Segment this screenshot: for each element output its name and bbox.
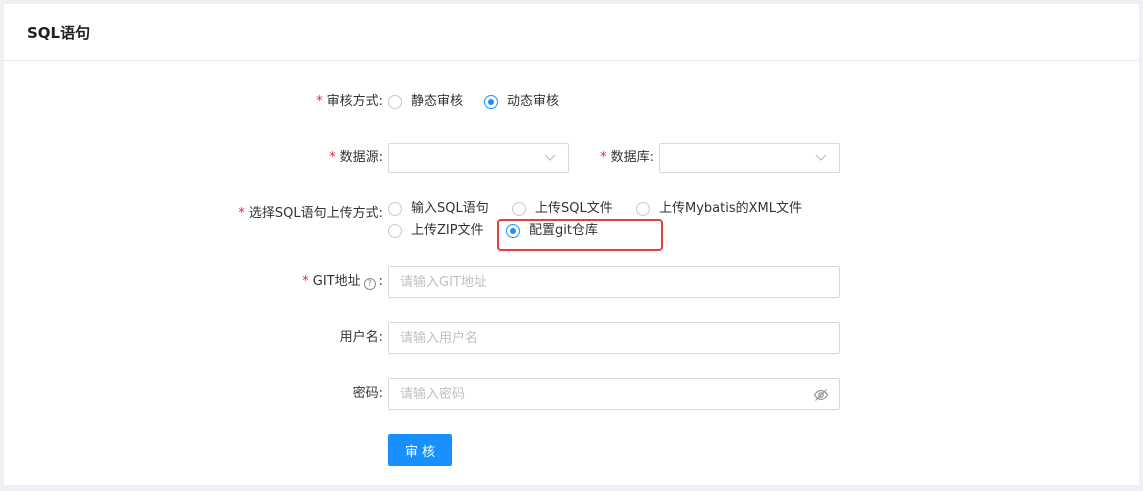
git-address-label: * GIT地址?: <box>302 274 383 290</box>
radio-circle <box>388 202 402 216</box>
audit-submit-button[interactable]: 审核 <box>388 434 452 466</box>
required-mark: * <box>600 150 607 165</box>
card-title: SQL语句 <box>27 24 91 42</box>
chevron-down-icon <box>544 154 556 161</box>
username-input[interactable] <box>389 323 839 353</box>
datasource-label: * 数据源: <box>329 150 383 165</box>
eye-invisible-icon[interactable] <box>813 387 829 403</box>
radio-upload-mybatis-xml[interactable]: 上传Mybatis的XML文件 <box>636 200 802 218</box>
question-circle-icon[interactable]: ? <box>363 278 376 290</box>
radio-input-sql[interactable]: 输入SQL语句 <box>388 200 489 218</box>
radio-dynamic-audit[interactable]: 动态审核 <box>484 93 559 111</box>
required-mark: * <box>329 150 336 165</box>
password-label: 密码: <box>352 386 383 401</box>
required-mark: * <box>316 94 323 109</box>
card-header: SQL语句 <box>4 4 1139 61</box>
radio-circle <box>388 95 402 109</box>
radio-circle <box>388 224 402 238</box>
username-label: 用户名: <box>339 330 383 345</box>
audit-mode-label: * 审核方式: <box>316 94 383 109</box>
datasource-select[interactable] <box>388 143 569 173</box>
database-label: * 数据库: <box>600 150 654 165</box>
password-input[interactable] <box>389 379 839 409</box>
required-mark: * <box>238 206 245 221</box>
radio-circle <box>484 95 498 109</box>
username-field[interactable] <box>388 322 840 354</box>
radio-upload-zip-file[interactable]: 上传ZIP文件 <box>388 222 484 240</box>
password-field[interactable] <box>388 378 840 410</box>
git-address-field[interactable] <box>388 266 840 298</box>
radio-circle <box>512 202 526 216</box>
chevron-down-icon <box>815 154 827 161</box>
sql-statement-card: SQL语句 <box>4 4 1139 485</box>
database-select[interactable] <box>659 143 840 173</box>
radio-circle <box>506 224 520 238</box>
radio-static-audit[interactable]: 静态审核 <box>388 93 463 111</box>
required-mark: * <box>302 274 309 289</box>
git-address-input[interactable] <box>389 267 839 297</box>
radio-configure-git-repo[interactable]: 配置git仓库 <box>506 222 598 240</box>
radio-upload-sql-file[interactable]: 上传SQL文件 <box>512 200 613 218</box>
upload-mode-label: * 选择SQL语句上传方式: <box>238 206 383 221</box>
radio-circle <box>636 202 650 216</box>
